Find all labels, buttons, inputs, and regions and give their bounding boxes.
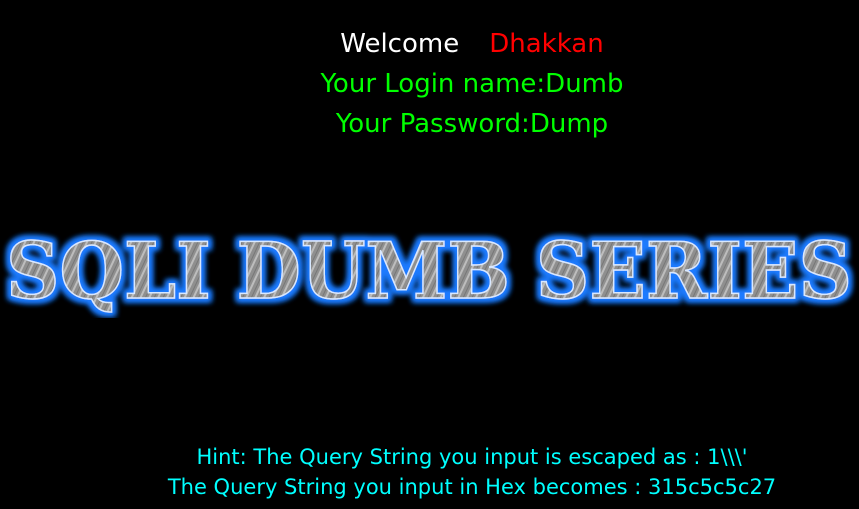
- sqli-dumb-series-logo: SQLI DUMB SERIES: [5, 225, 853, 318]
- hint-escaped-string: Hint: The Query String you input is esca…: [196, 445, 748, 469]
- hint-hex-string: The Query String you input in Hex become…: [167, 475, 777, 499]
- welcome-username: Dhakkan: [489, 29, 604, 59]
- welcome-line: Welcome Dhakkan: [172, 26, 772, 62]
- login-password: Your Password:Dump: [335, 109, 609, 139]
- welcome-label: Welcome: [340, 29, 460, 59]
- logo-text: SQLI DUMB SERIES: [6, 226, 852, 317]
- login-name: Your Login name:Dumb: [320, 69, 624, 99]
